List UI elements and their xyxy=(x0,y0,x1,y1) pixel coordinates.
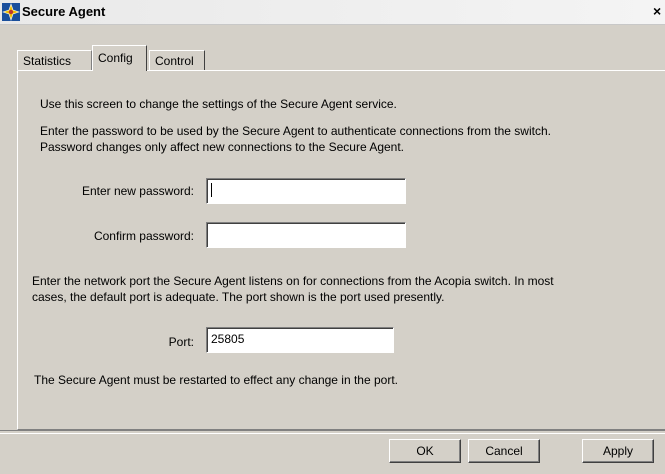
port-field[interactable]: 25805 xyxy=(206,327,394,353)
confirm-password-label: Confirm password: xyxy=(93,229,194,243)
tab-config[interactable]: Config xyxy=(92,45,147,71)
cancel-button[interactable]: Cancel xyxy=(468,439,540,463)
port-help-line-2: cases, the default port is adequate. The… xyxy=(32,290,445,304)
close-icon[interactable]: × xyxy=(653,2,665,20)
port-help-line-1: Enter the network port the Secure Agent … xyxy=(32,274,554,288)
confirm-password-field[interactable] xyxy=(206,222,406,248)
password-help-line-2: Password changes only affect new connect… xyxy=(40,140,405,154)
secure-agent-app-icon xyxy=(2,3,20,21)
apply-button[interactable]: Apply xyxy=(582,439,654,463)
tab-statistics[interactable]: Statistics xyxy=(17,50,92,71)
text-caret xyxy=(211,183,212,197)
ok-button[interactable]: OK xyxy=(389,439,461,463)
restart-note: The Secure Agent must be restarted to ef… xyxy=(34,373,399,387)
new-password-field[interactable] xyxy=(206,178,406,204)
tab-control[interactable]: Control xyxy=(149,50,205,71)
intro-text: Use this screen to change the settings o… xyxy=(40,97,397,111)
password-help-line-1: Enter the password to be used by the Sec… xyxy=(40,124,551,138)
title-bar: Secure Agent × xyxy=(0,0,665,25)
port-label: Port: xyxy=(168,335,194,349)
button-separator xyxy=(0,430,665,434)
window-title: Secure Agent xyxy=(22,4,106,19)
new-password-label: Enter new password: xyxy=(81,184,194,198)
